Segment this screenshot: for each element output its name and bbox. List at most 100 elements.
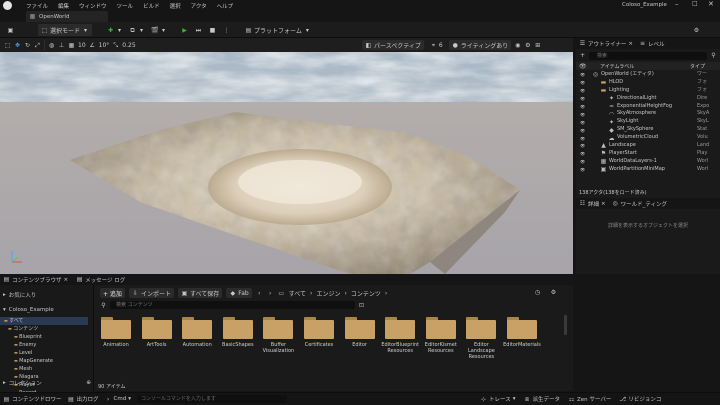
grid-size[interactable]: 10 — [78, 42, 86, 49]
tab-levels[interactable]: ≡ レベル — [639, 40, 665, 48]
view-mode-button[interactable]: ● ライティングあり — [448, 40, 512, 50]
scale-snap-icon[interactable]: ⤡ — [112, 42, 119, 49]
menu-actor[interactable]: アクタ — [191, 2, 207, 10]
tree-item[interactable]: ▬ Enemy — [0, 341, 88, 349]
asset-folder[interactable]: Buffer Visualization — [258, 317, 298, 354]
visibility-icon[interactable]: 👁 — [579, 158, 586, 165]
tab-details[interactable]: ☷ 詳細 × — [579, 200, 606, 208]
trace-button[interactable]: ⊹ トレース ▾ — [480, 395, 516, 404]
visibility-icon[interactable]: 👁 — [579, 150, 586, 157]
asset-folder[interactable]: Certificates — [299, 317, 339, 348]
close-icon[interactable]: × — [64, 277, 69, 283]
visibility-icon[interactable]: 👁 — [579, 127, 586, 134]
add-button[interactable]: + 追加 — [100, 288, 125, 298]
project-section[interactable]: ▾ Coloso_Example — [3, 307, 54, 313]
close-icon[interactable]: × — [628, 41, 633, 47]
outliner-row[interactable]: 👁 ⚑ PlayerStart Play — [576, 150, 720, 158]
grid-snap-icon[interactable]: ▦ — [68, 42, 75, 49]
collections-section[interactable]: ▸ コレクション ⊕ — [3, 379, 91, 387]
breadcrumb-all[interactable]: すべて — [289, 289, 306, 298]
outliner-row[interactable]: 👁 ◠ SkyAtmosphere SkyA — [576, 110, 720, 118]
play-button[interactable]: ▶ — [178, 24, 191, 36]
asset-folder[interactable]: ArtTools — [137, 317, 177, 348]
visibility-icon[interactable]: 👁 — [579, 71, 586, 78]
zen-server-button[interactable]: ⚏ Zen サーバー — [568, 395, 612, 404]
add-collection-icon[interactable]: ⊕ — [86, 380, 91, 386]
viewport-scene[interactable] — [0, 52, 573, 274]
scale-snap[interactable]: 0.25 — [122, 42, 135, 49]
angle-snap[interactable]: 10° — [99, 42, 110, 49]
console-input[interactable]: コンソールコマンドを入力します — [137, 395, 287, 403]
outliner-row[interactable]: 👁 ≈ ExponentialHeightFog Expo — [576, 103, 720, 111]
outliner-row[interactable]: 👁 ▣ WorldPartitionMiniMap Worl — [576, 166, 720, 174]
outliner-row[interactable]: 👁 ◆ SM_SkySphere Stat — [576, 126, 720, 134]
breadcrumb-engine[interactable]: エンジン — [316, 289, 340, 298]
world-local-icon[interactable]: ◍ — [48, 42, 55, 49]
asset-folder[interactable]: Automation — [177, 317, 217, 348]
outliner-row[interactable]: 👁 ▬ HLOD フォ — [576, 79, 720, 87]
tab-world-settings[interactable]: ◎ ワールド_ティング — [612, 200, 668, 208]
asset-folder[interactable]: EditorBlueprint Resources — [380, 317, 420, 354]
outliner-row[interactable]: 👁 ▬ Lighting フォ — [576, 87, 720, 95]
tab-openworld[interactable]: ▦ OpenWorld — [26, 11, 108, 22]
menu-help[interactable]: ヘルプ — [217, 2, 234, 10]
settings-button[interactable]: ⚙ — [690, 24, 703, 36]
mode-selector[interactable]: ⬚ 選択モード ▾ — [38, 24, 93, 36]
source-control-button[interactable]: ⎇ リビジョンコ — [619, 395, 661, 404]
filter-icon[interactable]: ⚲ — [100, 302, 107, 309]
column-item-label[interactable]: アイテムラベル — [600, 63, 690, 70]
content-drawer-button[interactable]: ▤ コンテンツドロワー — [3, 395, 62, 404]
tree-item[interactable]: ▬ Mesh — [0, 365, 88, 373]
visibility-icon[interactable]: 👁 — [579, 111, 586, 118]
derived-data-button[interactable]: ⧈ 派生データ — [524, 395, 560, 404]
asset-scrollbar[interactable] — [564, 315, 567, 335]
play-options-button[interactable]: ⋮ — [220, 24, 233, 36]
asset-folder[interactable]: Animation — [96, 317, 136, 348]
visibility-icon[interactable]: 👁 — [579, 135, 586, 142]
asset-folder[interactable]: BasicShapes — [218, 317, 258, 348]
filter-icon[interactable]: ⚲ — [710, 52, 717, 59]
visibility-icon[interactable]: 👁 — [579, 87, 586, 94]
tab-outliner[interactable]: ☰ アウトライナー × — [579, 40, 633, 48]
breadcrumb-content[interactable]: コンテンツ — [351, 289, 381, 298]
save-search-icon[interactable]: ⊡ — [358, 302, 365, 309]
blueprint-button[interactable]: ⧉ ▾ — [126, 24, 148, 36]
tab-message-log[interactable]: ▤ メッセージ ログ — [76, 276, 125, 284]
camera-speed-button[interactable]: ⌖ 6 — [427, 40, 446, 50]
import-button[interactable]: ⇩ インポート — [128, 288, 174, 298]
close-icon[interactable]: × — [601, 201, 606, 207]
settings-icon[interactable]: ⚙ — [550, 289, 557, 296]
visibility-icon[interactable]: 👁 — [579, 166, 586, 173]
viewport-settings-icon[interactable]: ⚙ — [524, 42, 531, 49]
asset-folder[interactable]: Editor Landscape Resources — [461, 317, 501, 360]
scale-tool-icon[interactable]: ⤢ — [34, 42, 41, 49]
platform-button[interactable]: ▤ プラットフォーム ▾ — [242, 24, 314, 36]
visibility-icon[interactable]: 👁 — [579, 95, 586, 102]
visibility-icon[interactable]: 👁 — [579, 103, 586, 110]
rotate-tool-icon[interactable]: ↻ — [24, 42, 31, 49]
layout-icon[interactable]: ⊞ — [534, 42, 541, 49]
menu-file[interactable]: ファイル — [26, 2, 48, 10]
perspective-button[interactable]: ◧ パースペクティブ — [362, 40, 424, 50]
cinematics-button[interactable]: 🎬 ▾ — [148, 24, 170, 36]
tree-item[interactable]: ▬ Blueprint — [0, 333, 88, 341]
outliner-row[interactable]: 👁 ✦ SkyLight SkyL — [576, 118, 720, 126]
outliner-row[interactable]: 👁 ✦ DirectionalLight Dire — [576, 95, 720, 103]
step-button[interactable]: ⏭ — [192, 24, 205, 36]
menu-build[interactable]: ビルド — [143, 2, 160, 10]
add-filter-icon[interactable]: + — [579, 52, 586, 59]
asset-folder[interactable]: Editor — [340, 317, 380, 348]
outliner-row[interactable]: 👁 ◎ OpenWorld (エディタ) ワー — [576, 71, 720, 79]
output-log-button[interactable]: ▤ 出力ログ — [68, 395, 98, 404]
save-all-button[interactable]: ▣ すべて保存 — [177, 288, 223, 298]
show-flags-icon[interactable]: ◉ — [514, 42, 521, 49]
favorites-section[interactable]: ▸ お気に入り — [3, 291, 36, 299]
tree-item[interactable]: ▬ MapGenerate — [0, 357, 88, 365]
surface-snap-icon[interactable]: ⊥ — [58, 42, 65, 49]
visibility-icon[interactable]: 👁 — [579, 142, 586, 149]
outliner-row[interactable]: 👁 ▦ WorldDataLayers-1 Worl — [576, 158, 720, 166]
asset-folder[interactable]: EditorKismet Resources — [421, 317, 461, 354]
add-actor-button[interactable]: ✚ ▾ — [104, 24, 126, 36]
outliner-search-input[interactable]: 検索 — [589, 51, 707, 60]
minimize-button[interactable]: – — [675, 0, 679, 8]
